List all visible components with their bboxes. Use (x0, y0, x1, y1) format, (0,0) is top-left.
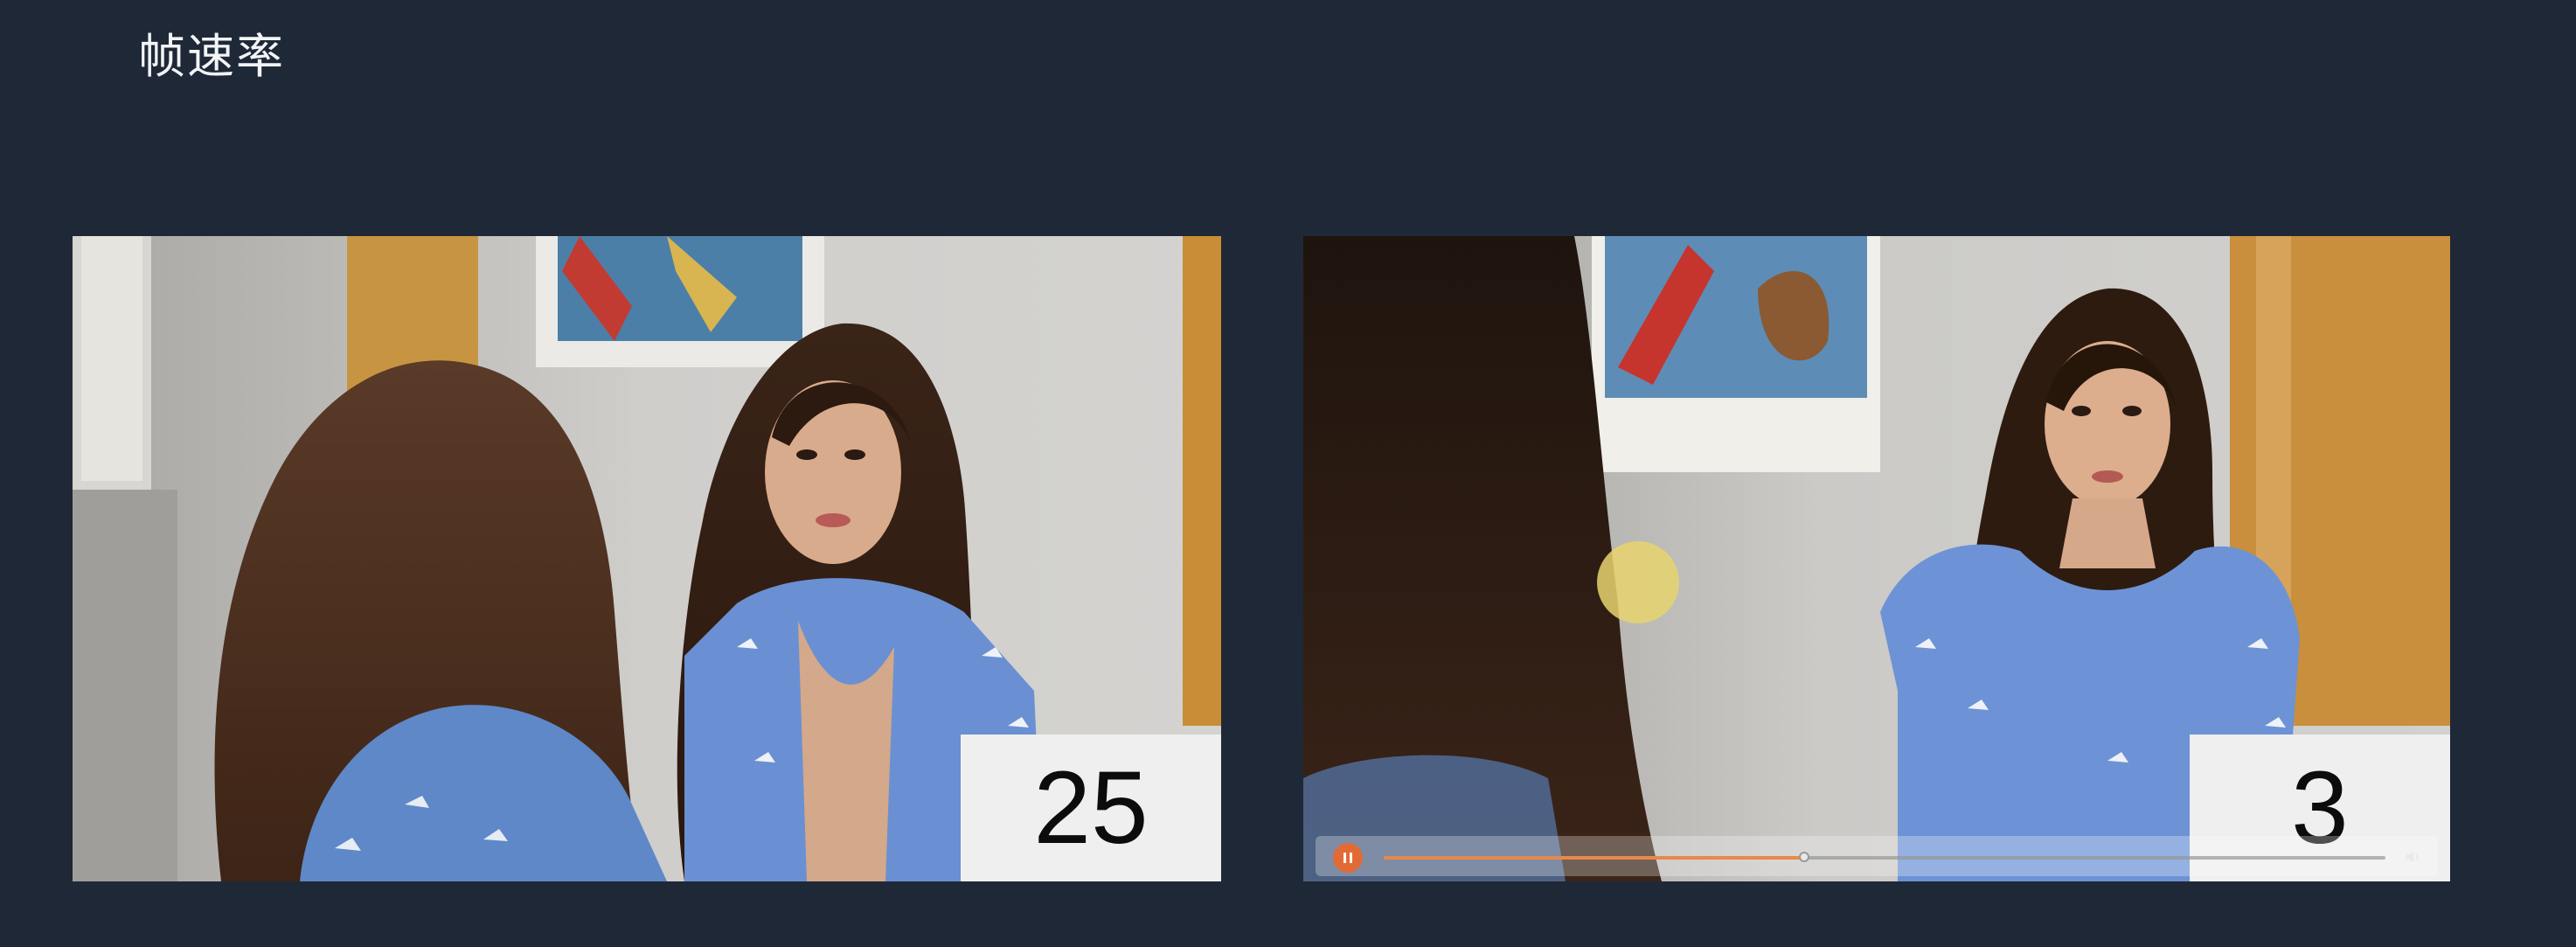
progress-knob[interactable] (1799, 852, 1810, 862)
video-player-3fps[interactable]: 3 (1303, 236, 2450, 881)
progress-track[interactable] (1384, 852, 2385, 862)
video-frame-25fps: 25 (73, 236, 1221, 881)
progress-fill (1384, 856, 1805, 860)
video-controls (1316, 836, 2438, 876)
slide-title: 帧速率 (138, 29, 285, 84)
volume-icon[interactable] (2403, 847, 2422, 867)
frame-rate-counter-left: 25 (961, 735, 1221, 881)
pause-button[interactable] (1333, 843, 1363, 873)
